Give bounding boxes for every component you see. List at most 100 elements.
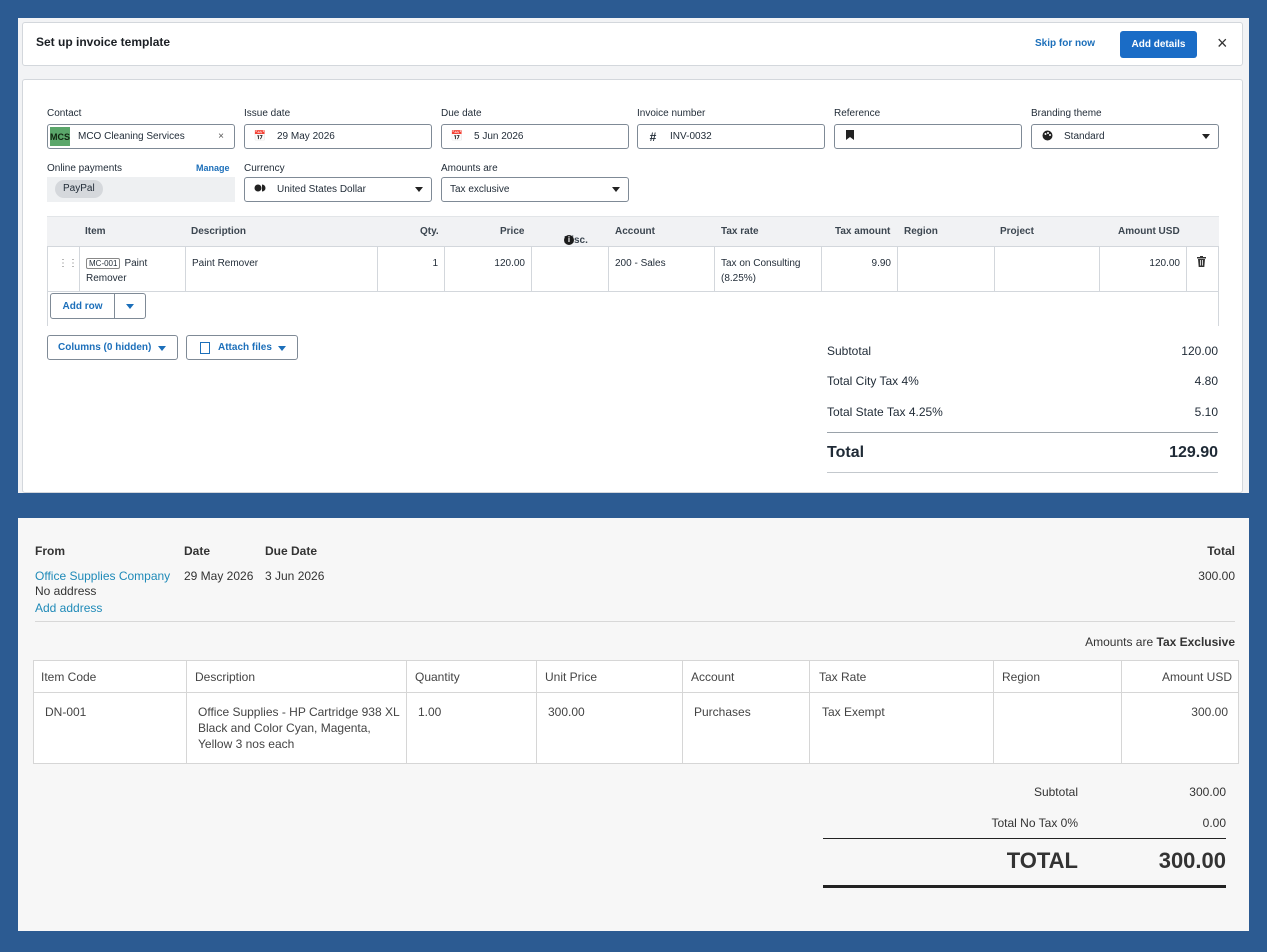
amounts-are-select[interactable]: Tax exclusive — [441, 177, 629, 202]
col-qty: Qty. — [420, 226, 439, 237]
contact-avatar: MCS — [50, 127, 70, 146]
disc-cell[interactable] — [532, 247, 609, 291]
currency-flag-icon — [253, 184, 267, 195]
invoice-template-panel: Set up invoice template Skip for now Add… — [18, 18, 1249, 493]
drag-handle-icon[interactable]: ⋮⋮ — [48, 247, 80, 291]
calendar-icon: 📅 — [450, 131, 464, 142]
due-date-value: 3 Jun 2026 — [265, 569, 325, 583]
divider — [823, 838, 1226, 839]
divider — [827, 432, 1218, 433]
region-cell[interactable] — [898, 247, 995, 291]
amounts-are-prefix: Amounts are — [1085, 635, 1154, 649]
issue-date-field[interactable]: 📅 29 May 2026 — [244, 124, 432, 149]
chevron-down-icon — [415, 187, 423, 192]
add-details-button[interactable]: Add details — [1120, 31, 1197, 58]
chevron-down-icon — [1202, 134, 1210, 139]
amounts-are-value: Tax Exclusive — [1156, 635, 1236, 649]
account-cell[interactable]: 200 - Sales — [609, 247, 715, 291]
paypal-badge[interactable]: PayPal — [55, 180, 103, 198]
col-amount: Amount USD — [1161, 670, 1232, 684]
columns-button[interactable]: Columns (0 hidden) — [47, 335, 178, 360]
columns-button-label: Columns (0 hidden) — [58, 342, 152, 353]
reference-label: Reference — [834, 108, 881, 119]
price-cell[interactable]: 120.00 — [445, 247, 532, 291]
chevron-down-icon — [158, 346, 166, 351]
no-tax-value: 0.00 — [1202, 816, 1226, 830]
grand-total-label: TOTAL — [1006, 848, 1078, 873]
unit-price-cell: 300.00 — [548, 705, 585, 719]
bill-items-table: Item Code Description Quantity Unit Pric… — [33, 660, 1239, 764]
tax-rate-cell[interactable]: Tax on Consulting (8.25%) — [715, 247, 822, 291]
state-tax-label: Total State Tax 4.25% — [827, 405, 943, 419]
add-address-link[interactable]: Add address — [35, 601, 102, 615]
total-value: 300.00 — [1198, 569, 1235, 583]
tax-amount-cell[interactable]: 9.90 — [822, 247, 898, 291]
col-tax-rate: Tax rate — [721, 226, 759, 237]
branding-theme-value: Standard — [1064, 131, 1105, 142]
line-items-table: Item Description Qty. Price Disc. i Acco… — [47, 216, 1219, 326]
hash-icon: # — [649, 129, 657, 144]
subtotal-label: Subtotal — [827, 344, 872, 358]
qty-cell[interactable]: 1 — [378, 247, 445, 291]
col-tax-amount: Tax amount — [835, 226, 891, 237]
close-icon[interactable]: × — [1217, 33, 1228, 54]
header-bar: Set up invoice template Skip for now Add… — [22, 22, 1243, 66]
project-cell[interactable] — [995, 247, 1100, 291]
subtotal-label: Subtotal — [1033, 785, 1078, 799]
chevron-down-icon — [126, 304, 134, 309]
add-row-button[interactable]: Add row — [51, 294, 115, 318]
clear-contact-icon[interactable]: × — [218, 131, 224, 142]
trash-icon[interactable] — [1187, 247, 1218, 291]
amount-cell: 300.00 — [1191, 705, 1228, 719]
contact-value: MCO Cleaning Services — [78, 131, 185, 142]
issue-date-value: 29 May 2026 — [277, 131, 335, 142]
manage-link[interactable]: Manage — [196, 163, 230, 173]
add-row-dropdown[interactable] — [115, 294, 145, 318]
state-tax-value: 5.10 — [1194, 405, 1218, 419]
tax-rate-cell: Tax Exempt — [822, 705, 885, 719]
chevron-down-icon — [612, 187, 620, 192]
page-title: Set up invoice template — [36, 35, 171, 49]
calendar-icon: 📅 — [253, 131, 267, 142]
invoice-number-field[interactable]: # INV-0032 — [637, 124, 825, 149]
supplier-link[interactable]: Office Supplies Company — [35, 569, 170, 583]
contact-label: Contact — [47, 108, 82, 119]
issue-date-label: Issue date — [244, 108, 291, 119]
bill-view-panel: From Date Due Date Total Office Supplies… — [18, 518, 1249, 931]
col-unit-price: Unit Price — [545, 670, 598, 684]
divider — [35, 621, 1235, 622]
due-date-field[interactable]: 📅 5 Jun 2026 — [441, 124, 629, 149]
table-row: ⋮⋮ MC-001 Paint Remover Paint Remover 1 1… — [47, 247, 1219, 292]
quantity-cell: 1.00 — [418, 705, 442, 719]
item-cell[interactable]: MC-001 Paint Remover — [80, 247, 186, 291]
col-item-code: Item Code — [41, 670, 97, 684]
from-label: From — [35, 544, 65, 558]
document-icon — [200, 341, 210, 354]
table-header: Item Description Qty. Price Disc. i Acco… — [47, 216, 1219, 247]
no-address-text: No address — [35, 584, 97, 598]
description-cell[interactable]: Paint Remover — [186, 247, 378, 291]
col-region: Region — [904, 226, 938, 237]
bookmark-icon — [843, 130, 857, 143]
info-icon[interactable]: i — [564, 235, 574, 245]
total-label: Total — [1207, 544, 1235, 558]
divider — [823, 885, 1226, 888]
due-date-value: 5 Jun 2026 — [474, 131, 524, 142]
no-tax-label: Total No Tax 0% — [991, 816, 1079, 830]
reference-field[interactable] — [834, 124, 1022, 149]
col-description: Description — [195, 670, 256, 684]
amount-cell[interactable]: 120.00 — [1100, 247, 1187, 291]
skip-for-now-link[interactable]: Skip for now — [1035, 38, 1095, 49]
contact-field[interactable]: MCS MCO Cleaning Services × — [47, 124, 235, 149]
col-amount: Amount USD — [1118, 226, 1180, 237]
col-account: Account — [691, 670, 735, 684]
attach-files-button[interactable]: Attach files — [186, 335, 298, 360]
online-payments-label: Online payments — [47, 163, 123, 174]
due-date-label: Due date — [441, 108, 482, 119]
col-account: Account — [615, 226, 655, 237]
account-cell: Purchases — [694, 705, 751, 719]
attach-files-label: Attach files — [218, 342, 272, 353]
branding-theme-select[interactable]: Standard — [1031, 124, 1219, 149]
currency-select[interactable]: United States Dollar — [244, 177, 432, 202]
add-row-split-button[interactable]: Add row — [50, 293, 146, 319]
